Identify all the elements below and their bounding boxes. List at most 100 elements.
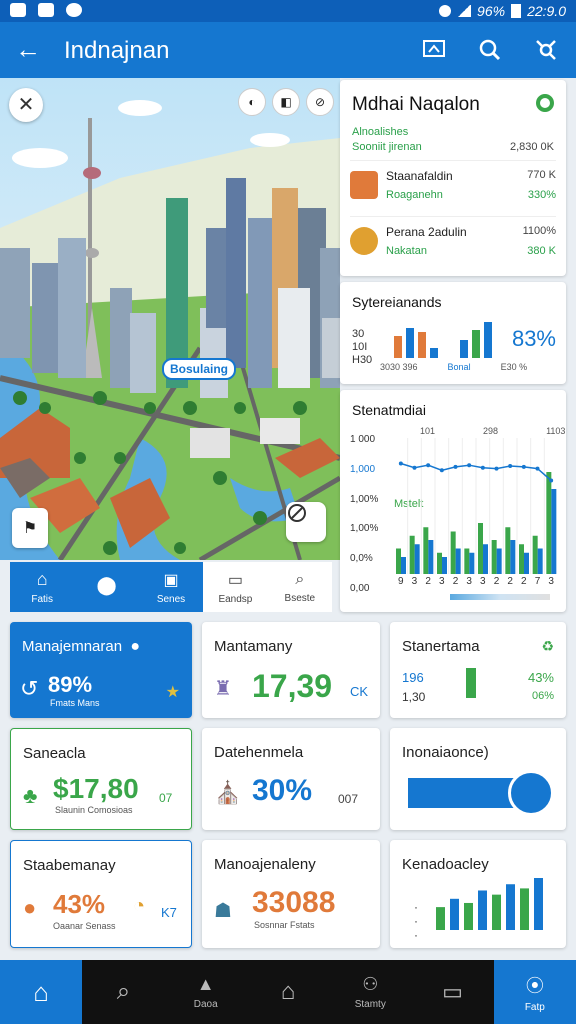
card-value: 17,39 [252,668,333,704]
metric-card-4[interactable]: Saneacla ♣ $17,80 07 Slaunin Comosioas [10,728,192,830]
close-map-button[interactable]: ✕ [9,88,43,122]
inbox-icon: ▭ [442,979,463,1004]
chart-icon: ▣ [163,571,179,589]
overview-subtitle-2: Sooniit jirenan [352,141,422,153]
map-nav: ⌂ Fatis ⬤ ▣ Senes ▭ Eandsp ⌕ Bseste [10,562,332,612]
nav-item-profile[interactable]: ⦿ Fatp [493,960,576,1024]
line-point [549,478,554,483]
line-point [426,463,431,468]
card-title: Staabemanay [23,857,116,874]
line-point [453,464,458,469]
nav-item-community[interactable]: ⚇ Stamty [329,960,411,1024]
clock: 22:9.0 [527,3,566,19]
line-point [494,466,499,471]
card-title: Manoajenaleny [214,856,316,873]
building-icon: ▲ [196,974,215,994]
bar-blue [496,548,502,574]
castle-icon: ♜ [214,678,232,700]
metric-card-7[interactable]: Staabemanay ● 43% ◔ K7 Oaanar Senass [10,840,192,948]
chart-card[interactable]: Stenatmdiai 1 000 1,000 1,00% 1,00% 0,0%… [340,390,566,612]
refresh-icon: ↺ [20,676,39,701]
list-item[interactable]: Staanafaldin Roaganehn 770 K 330% [350,160,556,210]
nav-item-inbox[interactable]: ▭ [411,960,493,1024]
map-nav-item[interactable]: ▭ Eandsp [203,562,267,612]
list-item-name: Staanafaldin [386,169,453,183]
map-nav-item[interactable]: ⌂ Fatis [10,562,75,612]
overview-title: Mdhai Naqalon [352,94,480,115]
bar-green [464,548,470,574]
stats-bottom-label: 3030 396 [380,362,418,372]
transit-icon[interactable]: ⚑ [12,508,48,548]
map-nav-item[interactable]: ▣ Senes [138,562,204,612]
nav-item-home[interactable]: ⌂ [0,960,83,1024]
map-nav-label: Bseste [284,592,316,604]
reset-view-icon[interactable] [286,502,326,542]
overview-card[interactable]: Mdhai Naqalon Alnoalishes Sooniit jirena… [340,80,566,276]
metric-card-6[interactable]: Inonaiaonce) [390,728,566,830]
dots-icon: · · · [414,900,418,942]
church-icon: ⛪ [214,780,242,805]
metric-card-5[interactable]: Datehenmela ⛪ 30% 007 [202,728,380,830]
stats-card[interactable]: Sytereianands 30 10I H30 83% 3030 396 Bo… [340,282,566,384]
pie-icon: ◔ [133,895,146,917]
bar-blue [414,544,420,574]
x-tick-label: 3 [439,576,445,587]
back-arrow-icon[interactable]: ← [12,34,44,66]
metric-card-8[interactable]: Manoajenaleny ☗ 33088 Sosnnar Fstats [202,840,380,948]
map-nav-item[interactable]: ⌕ Bseste [268,562,332,612]
bar-blue [510,540,516,574]
map-nav-label: Fatis [31,594,54,605]
search-icon[interactable] [474,34,506,66]
nav-item-house[interactable]: ⌂ [247,960,329,1024]
compass-icon[interactable]: ⊘ [306,88,334,116]
x-tick-label: 2 [425,576,431,587]
satellite-layer-icon[interactable]: ◧ [272,88,300,116]
card-title: Inonaiaonce) [402,744,489,761]
nav-item-data[interactable]: ▲ Daoa [165,960,247,1024]
battery-icon [511,4,522,18]
card-value: 43% [53,889,106,919]
nav-label: Fatp [524,1001,545,1013]
location-pin-icon: ⬤ [96,574,117,595]
filter-search-icon[interactable] [530,34,562,66]
city-map[interactable]: ✕ ◐ ◧ ⊘ Bosulaing ⚑ [0,78,340,560]
y-tick-label: 1 000 [350,434,376,445]
map-place-label[interactable]: Bosulaing [162,358,237,380]
card-value: 196 [402,670,424,685]
status-bar: 96% 22:9.0 [0,0,576,22]
image-icon [10,3,26,17]
metric-card-9[interactable]: Kenadoacley · · · [390,840,566,948]
home-icon: ⌂ [36,569,48,589]
line-point [480,465,485,470]
x-tick-label: 2 [521,576,527,587]
map-nav-item[interactable]: ⬤ [74,562,139,612]
bar-blue [524,552,529,574]
chart-scrollbar[interactable] [450,594,550,600]
card-sub: Fmats Mans [50,698,100,708]
bar-blue [455,548,461,574]
card-value-3: 43% [527,670,554,685]
settings-icon[interactable] [536,94,554,112]
metric-card-3[interactable]: Stanertama ♻ 196 1,30 43% 06% [390,622,566,718]
overview-subtitle: Alnoalishes [352,126,409,138]
battery-text: 96% [477,3,506,19]
card-sub: Oaanar Senass [53,921,116,931]
card-value: 30% [252,774,313,807]
y-tick-label: 1,00% [350,493,379,505]
card-value: $17,80 [53,773,139,804]
traffic-layer-icon[interactable]: ◐ [238,88,266,116]
bar-blue [469,552,475,574]
mini-bar [534,878,543,930]
nav-label: Daoa [193,999,218,1010]
mini-bar [478,890,487,930]
cast-icon[interactable] [418,34,450,66]
progress-knob[interactable] [508,770,554,816]
location-pin-icon: ● [130,638,140,655]
nav-item-search[interactable]: ⌕ [82,960,164,1024]
card-sub: Slaunin Comosioas [55,805,133,815]
card-title: Saneacla [23,745,86,762]
card-bar [466,668,476,698]
metric-card-management[interactable]: Manajemnaran ● ↺ 89% Fmats Mans ★ [10,622,192,718]
list-item[interactable]: Perana 2adulin Nakatan 1100% 380 K [350,216,556,266]
metric-card-2[interactable]: Mantamany ♜ 17,39 CK [202,622,380,718]
